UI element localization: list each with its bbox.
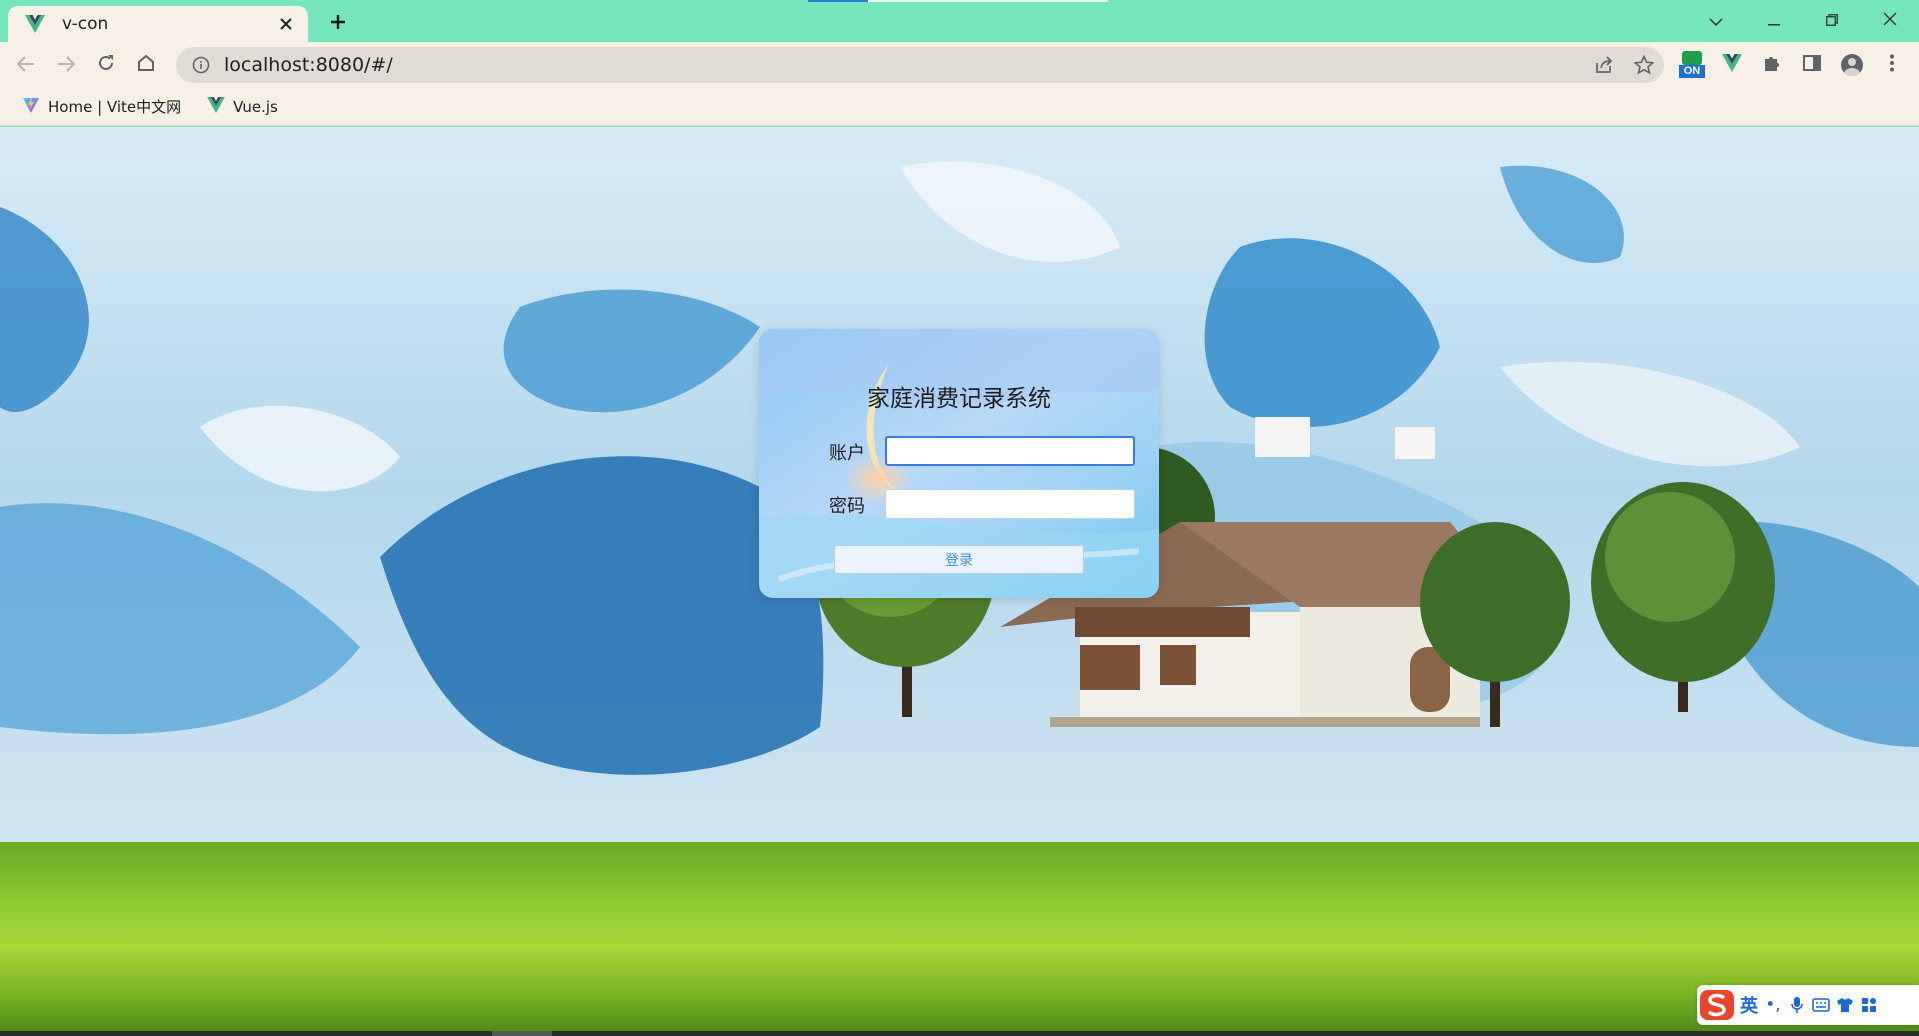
reload-button[interactable] bbox=[86, 45, 126, 85]
page-viewport: 家庭消费记录系统 账户 密码 登录 bbox=[0, 127, 1919, 1032]
minimize-icon bbox=[1768, 11, 1780, 30]
puzzle-icon bbox=[1763, 54, 1781, 77]
kebab-menu-icon bbox=[1890, 54, 1894, 77]
password-input[interactable] bbox=[885, 489, 1135, 519]
extensions-area: ON bbox=[1672, 42, 1912, 88]
vue-logo-icon bbox=[24, 13, 46, 35]
tab-title: v-con bbox=[62, 14, 109, 34]
vite-logo-icon bbox=[22, 96, 40, 118]
window-controls bbox=[1687, 0, 1919, 40]
avatar-icon bbox=[1841, 54, 1863, 76]
url-text[interactable]: localhost:8080/#/ bbox=[224, 54, 1584, 76]
extension-on-icon: ON bbox=[1679, 51, 1705, 79]
bookmark-vite[interactable]: Home | Vite中文网 bbox=[16, 92, 187, 122]
menu-button[interactable] bbox=[1872, 45, 1912, 85]
loading-indicator bbox=[808, 0, 1108, 2]
browser-tab-active[interactable]: v-con bbox=[8, 6, 308, 42]
account-input[interactable] bbox=[885, 436, 1135, 466]
bookmark-vuejs[interactable]: Vue.js bbox=[201, 92, 284, 122]
reload-icon bbox=[97, 53, 115, 78]
login-button[interactable]: 登录 bbox=[834, 545, 1084, 574]
browser-titlebar: v-con bbox=[0, 0, 1919, 42]
account-label: 账户 bbox=[829, 443, 865, 464]
extension-toggle-button[interactable]: ON bbox=[1672, 45, 1712, 85]
forward-button[interactable] bbox=[46, 45, 86, 85]
ime-language-toggle[interactable]: 英 bbox=[1737, 990, 1761, 1020]
login-form: 家庭消费记录系统 账户 密码 登录 bbox=[759, 329, 1159, 598]
password-label: 密码 bbox=[829, 496, 865, 517]
address-bar[interactable]: localhost:8080/#/ bbox=[176, 47, 1664, 83]
ime-punctuation-toggle[interactable]: •, bbox=[1761, 990, 1785, 1020]
microphone-icon[interactable] bbox=[1785, 990, 1809, 1020]
skin-shirt-icon[interactable] bbox=[1833, 990, 1857, 1020]
bookmark-label: Home | Vite中文网 bbox=[48, 98, 182, 116]
vue-logo-icon bbox=[1722, 53, 1742, 77]
minimize-button[interactable] bbox=[1745, 0, 1803, 40]
login-title: 家庭消费记录系统 bbox=[867, 386, 1051, 412]
home-button[interactable] bbox=[126, 45, 166, 85]
sogou-logo-icon[interactable] bbox=[1697, 987, 1737, 1023]
info-icon[interactable] bbox=[190, 54, 212, 76]
toolbox-grid-icon[interactable] bbox=[1857, 990, 1881, 1020]
restore-icon bbox=[1826, 11, 1838, 30]
browser-toolbar: localhost:8080/#/ ON bbox=[0, 42, 1919, 88]
side-panel-button[interactable] bbox=[1792, 45, 1832, 85]
tab-close-icon[interactable] bbox=[272, 10, 300, 38]
bookmark-label: Vue.js bbox=[233, 97, 278, 116]
profile-button[interactable] bbox=[1832, 45, 1872, 85]
extension-badge: ON bbox=[1679, 65, 1705, 78]
share-icon[interactable] bbox=[1584, 47, 1624, 83]
close-window-button[interactable] bbox=[1861, 0, 1919, 40]
tab-search-button[interactable] bbox=[1687, 0, 1745, 40]
chevron-down-icon bbox=[1709, 11, 1723, 30]
vue-logo-icon bbox=[207, 96, 225, 117]
arrow-left-icon bbox=[16, 53, 35, 78]
back-button[interactable] bbox=[6, 45, 46, 85]
arrow-right-icon bbox=[57, 53, 76, 78]
vue-devtools-button[interactable] bbox=[1712, 45, 1752, 85]
new-tab-button[interactable] bbox=[320, 6, 356, 38]
plus-icon bbox=[330, 7, 346, 37]
close-icon bbox=[1883, 11, 1897, 30]
restore-button[interactable] bbox=[1803, 0, 1861, 40]
keyboard-icon[interactable] bbox=[1809, 990, 1833, 1020]
bookmarks-bar: Home | Vite中文网 Vue.js bbox=[0, 88, 1919, 126]
home-icon bbox=[137, 53, 155, 78]
side-panel-icon bbox=[1803, 54, 1821, 76]
extensions-button[interactable] bbox=[1752, 45, 1792, 85]
taskbar-edge bbox=[0, 1031, 1919, 1036]
star-icon[interactable] bbox=[1624, 47, 1664, 83]
ime-toolbar: 英 •, bbox=[1697, 985, 1919, 1025]
